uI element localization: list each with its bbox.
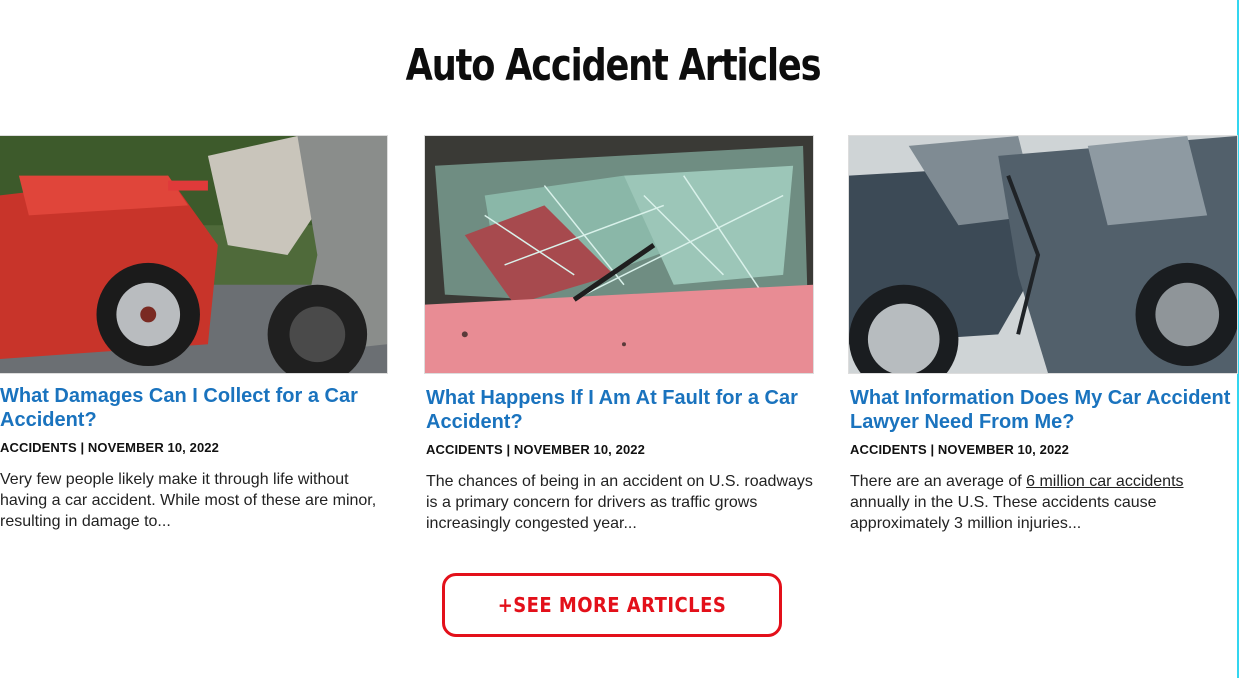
article-card: What Happens If I Am At Fault for a Car … (424, 135, 814, 534)
shattered-windshield-photo (425, 136, 813, 373)
see-more-articles-label: +SEE MORE ARTICLES (497, 593, 727, 617)
excerpt-text: There are an average of (850, 473, 1027, 490)
article-image[interactable] (848, 135, 1238, 374)
excerpt-text: annually in the U.S. These accidents cau… (850, 494, 1157, 532)
article-card: What Information Does My Car Accident La… (848, 135, 1238, 534)
article-meta: ACCIDENTS | NOVEMBER 10, 2022 (0, 440, 219, 455)
excerpt-link[interactable]: 6 million car accidents (1026, 473, 1183, 490)
crashed-cars-photo (849, 136, 1237, 373)
article-excerpt: The chances of being in an accident on U… (426, 473, 813, 532)
wrecked-red-car-photo (0, 136, 387, 373)
article-card: What Damages Can I Collect for a Car Acc… (0, 135, 388, 532)
article-title-link[interactable]: What Damages Can I Collect for a Car Acc… (0, 384, 388, 432)
article-excerpt: Very few people likely make it through l… (0, 471, 377, 530)
article-meta: ACCIDENTS | NOVEMBER 10, 2022 (850, 442, 1069, 457)
article-image[interactable] (424, 135, 814, 374)
section-title: Auto Accident Articles (405, 40, 822, 91)
article-image[interactable] (0, 135, 388, 374)
article-title-link[interactable]: What Happens If I Am At Fault for a Car … (426, 386, 814, 434)
article-title-link[interactable]: What Information Does My Car Accident La… (850, 386, 1238, 434)
see-more-articles-button[interactable]: +SEE MORE ARTICLES (442, 573, 782, 637)
article-excerpt: There are an average of 6 million car ac… (850, 471, 1238, 534)
article-meta: ACCIDENTS | NOVEMBER 10, 2022 (426, 442, 645, 457)
